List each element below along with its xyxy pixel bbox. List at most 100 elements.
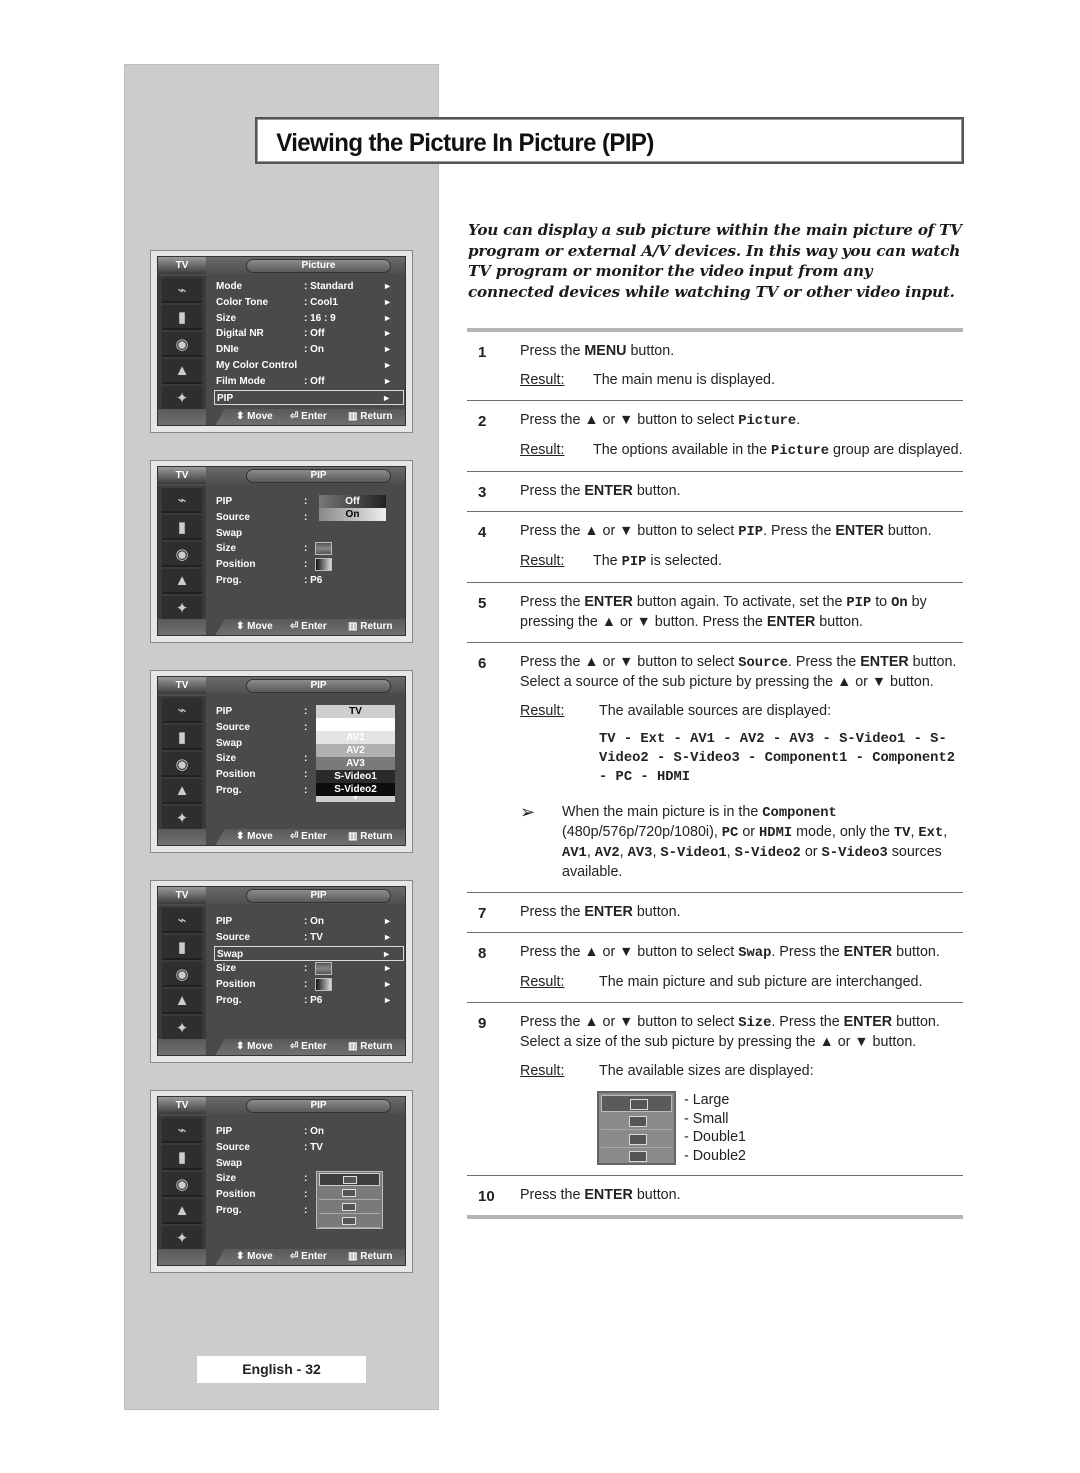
input-plug-icon: ⌁ <box>162 278 202 303</box>
arrow-right-icon: ► <box>383 916 392 926</box>
divider <box>467 1215 963 1219</box>
menu-row-dnie[interactable]: DNIe: On ► <box>214 342 404 357</box>
menu-footer: ⬍ Move ⏎ Enter ▥ Return <box>158 409 405 425</box>
result-label: Result: <box>520 1063 565 1079</box>
popup-option[interactable]: S-Video1 <box>316 770 395 783</box>
position-swatch-icon <box>315 978 332 992</box>
menu-row-position[interactable]: Position: ► <box>214 977 404 992</box>
channel-icon: ▲ <box>162 569 202 594</box>
picture-icon: ▮ <box>162 1145 202 1170</box>
size-option-large[interactable] <box>319 1173 380 1187</box>
menu-row-swap[interactable]: Swap <box>214 1156 404 1171</box>
menu-screen: TV PIP ⌁ ▮ ◉ ▲ ✦ PIP: Source: Swap Size: Position: P… <box>157 676 406 846</box>
enter-hint: ⏎ Enter <box>290 1041 327 1052</box>
tv-label: TV <box>158 887 206 904</box>
menu-row-source[interactable]: Source: TV ► <box>214 930 404 945</box>
move-hint: ⬍ Move <box>236 1251 273 1262</box>
tv-label: TV <box>158 1097 206 1114</box>
arrow-right-icon: ► <box>383 296 392 307</box>
sound-icon: ◉ <box>162 962 202 987</box>
popup-option[interactable]: AV1 <box>316 731 395 744</box>
step-8: 8 Press the ▲ or ▼ button to select Swap… <box>478 944 940 990</box>
step-number: 6 <box>478 655 487 672</box>
sound-icon: ◉ <box>162 332 202 357</box>
small-size-icon <box>342 1189 356 1198</box>
popup-option[interactable]: AV3 <box>316 757 395 770</box>
step-number: 8 <box>478 945 487 962</box>
menu-row-pip[interactable]: PIP: On ► <box>214 914 404 929</box>
source-popup[interactable]: TV AV1 AV2 AV3 S-Video1 S-Video2 ▼ <box>316 705 395 802</box>
picture-icon: ▮ <box>162 305 202 330</box>
menu-screen: TV PIP ⌁ ▮ ◉ ▲ ✦ PIP: Source: Swap Size: Position: P… <box>157 466 406 636</box>
scroll-down-icon[interactable]: ▼ <box>316 795 395 802</box>
menu-footer: ⬍ Move ⏎ Enter ▥ Return <box>158 1249 405 1265</box>
size-popup[interactable] <box>316 1171 383 1230</box>
move-hint: ⬍ Move <box>236 411 273 422</box>
menu-row-size[interactable]: Size: 16 : 9 ► <box>214 311 404 326</box>
return-hint: ▥ Return <box>348 1041 393 1052</box>
large-size-icon <box>343 1176 357 1185</box>
return-hint: ▥ Return <box>348 1251 393 1262</box>
note: ➢ When the main picture is in the Compon… <box>520 802 948 881</box>
arrow-right-icon: ► <box>382 948 391 959</box>
return-hint: ▥ Return <box>348 411 393 422</box>
size-label-double2: - Double2 <box>684 1147 746 1164</box>
menu-icon-column: ⌁ ▮ ◉ ▲ ✦ <box>158 696 206 831</box>
step-1: 1 Press the MENU button. Result: The main… <box>478 343 775 388</box>
menu-row-position[interactable]: Position: <box>214 557 404 572</box>
menu-button-ref: MENU <box>584 343 627 359</box>
menu-icon-column: ⌁ ▮ ◉ ▲ ✦ <box>158 276 206 411</box>
menu-row-size[interactable]: Size: <box>214 541 404 556</box>
arrow-right-icon: ► <box>383 979 392 990</box>
instruction-steps: 1 Press the MENU button. Result: The main… <box>467 328 963 1219</box>
popup-option-off[interactable]: Off <box>319 495 386 508</box>
size-label-small: - Small <box>684 1110 729 1127</box>
input-plug-icon: ⌁ <box>162 488 202 513</box>
menu-footer: ⬍ Move ⏎ Enter ▥ Return <box>158 829 405 845</box>
size-label-double1: - Double1 <box>684 1129 746 1145</box>
setup-icon: ✦ <box>162 596 202 621</box>
menu-header: PIP <box>246 679 391 693</box>
intro-text: You can display a sub picture within the… <box>468 221 962 301</box>
size-option-double1[interactable] <box>319 1201 380 1215</box>
menu-screen: TV PIP ⌁ ▮ ◉ ▲ ✦ PIP: On ► Source: TV ► Swap ► Size: ►… <box>157 886 406 1056</box>
arrow-right-icon: ► <box>383 375 392 386</box>
enter-hint: ⏎ Enter <box>290 411 327 422</box>
menu-row-swap[interactable]: Swap <box>214 526 404 541</box>
menu-row-pip[interactable]: PIP: On <box>214 1124 404 1139</box>
enter-hint: ⏎ Enter <box>290 621 327 632</box>
step-number: 4 <box>478 524 487 541</box>
arrow-right-icon: ► <box>383 995 392 1005</box>
menu-row-color-tone[interactable]: Color Tone: Cool1 ► <box>214 295 404 310</box>
menu-header: PIP <box>246 1099 391 1113</box>
input-plug-icon: ⌁ <box>162 698 202 723</box>
menu-row-film-mode[interactable]: Film Mode: Off ► <box>214 374 404 389</box>
menu-row-source[interactable]: Source: TV <box>214 1140 404 1155</box>
arrow-right-icon: ► <box>383 281 392 291</box>
menu-row-pip[interactable]: PIP ► <box>214 389 404 405</box>
setup-icon: ✦ <box>162 386 202 411</box>
menu-row-mode[interactable]: Mode: Standard ► <box>214 279 404 294</box>
menu-row-digital-nr[interactable]: Digital NR: Off ► <box>214 326 404 341</box>
step-6: 6 Press the ▲ or ▼ button to select Sour… <box>467 643 963 892</box>
popup-option[interactable] <box>316 718 395 731</box>
size-option-small[interactable] <box>319 1187 380 1201</box>
menu-row-prog[interactable]: Prog.: P6 ► <box>214 993 404 1008</box>
picture-icon: ▮ <box>162 725 202 750</box>
size-option-double2[interactable] <box>319 1215 380 1229</box>
input-plug-icon: ⌁ <box>162 1118 202 1143</box>
menu-row-swap[interactable]: Swap ► <box>214 945 404 961</box>
small-size-icon <box>629 1116 647 1127</box>
page-title: Viewing the Picture In Picture (PIP) <box>276 129 654 157</box>
popup-option[interactable]: AV2 <box>316 744 395 757</box>
pip-onoff-popup[interactable]: Off On <box>319 495 386 521</box>
large-size-icon <box>630 1099 648 1110</box>
menu-row-prog[interactable]: Prog.: P6 <box>214 573 404 588</box>
popup-option-on[interactable]: On <box>319 508 386 521</box>
menu-row-my-color-control[interactable]: My Color Control ► <box>214 358 404 373</box>
tv-menu-5: TV PIP ⌁ ▮ ◉ ▲ ✦ PIP: On Source: TV Swap Size: Posi… <box>150 1090 413 1273</box>
size-options-graphic <box>597 1091 676 1165</box>
step-10: 10 Press the ENTER button. <box>478 1187 681 1205</box>
popup-option[interactable]: TV <box>316 705 395 718</box>
menu-row-size[interactable]: Size: ► <box>214 961 404 976</box>
